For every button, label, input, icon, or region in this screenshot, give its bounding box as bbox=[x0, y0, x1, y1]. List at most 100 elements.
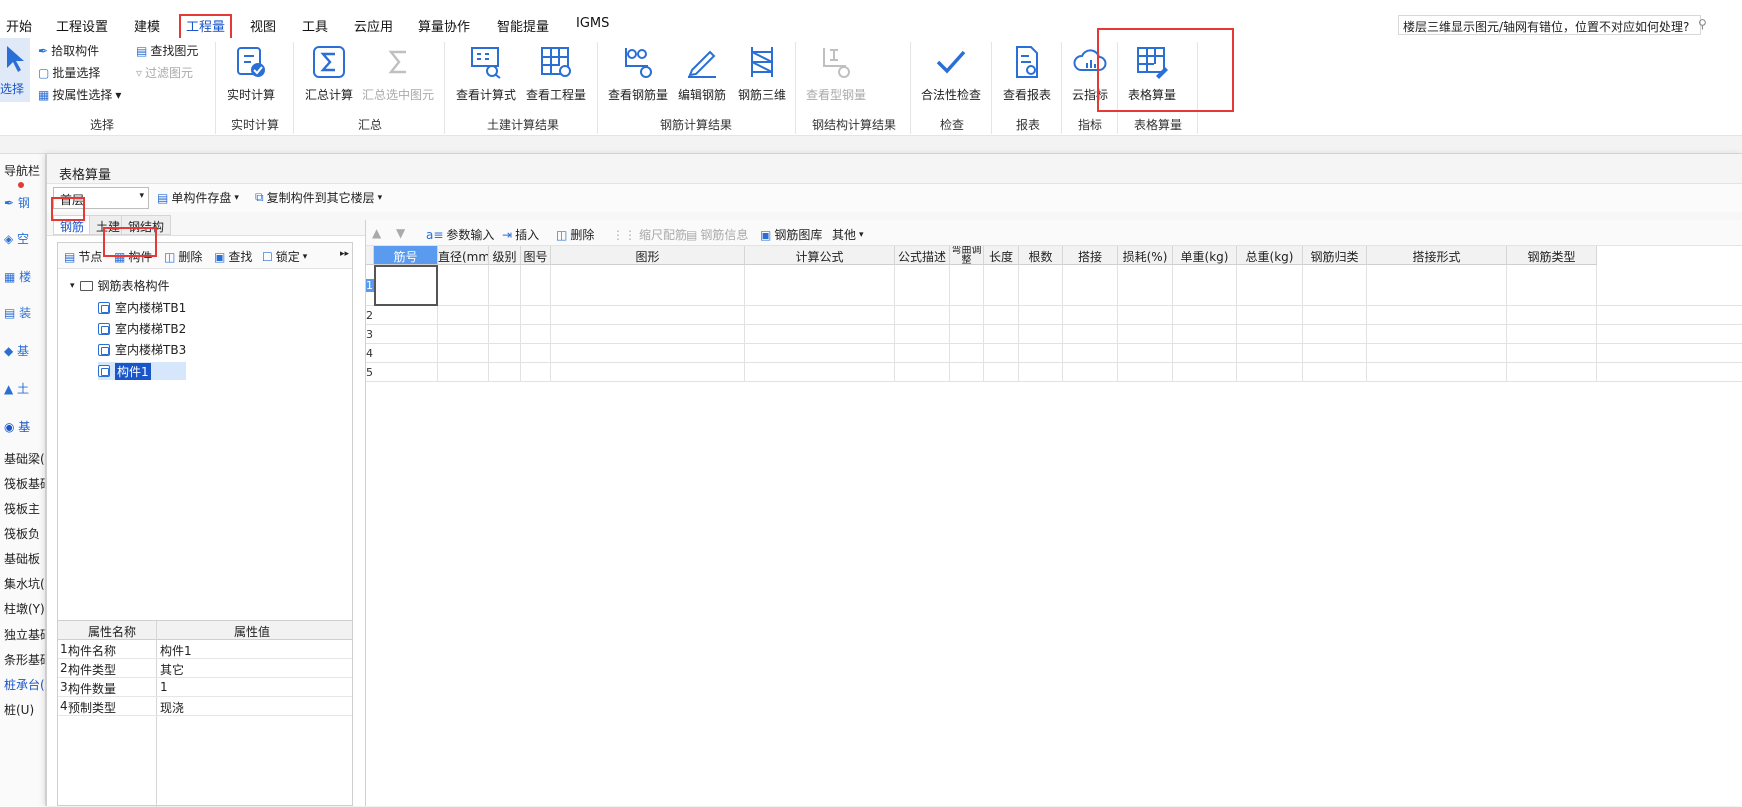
grid-cell[interactable] bbox=[1118, 306, 1173, 325]
grid-cell[interactable] bbox=[521, 325, 551, 344]
grid-cell[interactable] bbox=[1303, 306, 1367, 325]
grid-cell[interactable] bbox=[1118, 363, 1173, 382]
tree-root[interactable]: ▾ 钢筋表格构件 bbox=[70, 277, 170, 294]
grid-cell[interactable] bbox=[551, 344, 745, 363]
move-down-icon[interactable]: ▼ bbox=[396, 226, 405, 240]
other-menu-button[interactable]: 其他 ▾ bbox=[832, 226, 864, 243]
grid-cell[interactable] bbox=[950, 325, 984, 344]
grid-cell[interactable] bbox=[551, 325, 745, 344]
expand-icon[interactable]: ▸▸ bbox=[340, 249, 349, 259]
grid-cell[interactable] bbox=[984, 306, 1019, 325]
grid-cell[interactable] bbox=[438, 344, 489, 363]
menu-modeling[interactable]: 建模 bbox=[134, 16, 160, 35]
earth-category-icon[interactable]: ▲ 土 bbox=[4, 380, 29, 397]
grid-cell[interactable] bbox=[1118, 325, 1173, 344]
nav-item-pile-cap[interactable]: 桩承台( bbox=[4, 676, 45, 693]
nav-item-pier[interactable]: 柱墩(Y) bbox=[4, 600, 45, 617]
grid-cell[interactable] bbox=[489, 265, 521, 306]
find-element-button[interactable]: ▤ 查找图元 bbox=[136, 42, 198, 59]
base-category-icon[interactable]: ◉ 基 bbox=[4, 418, 30, 435]
col-header-rebar-type[interactable]: 钢筋类型 bbox=[1507, 246, 1597, 265]
table-row[interactable]: 3 bbox=[366, 325, 1742, 344]
pick-component-button[interactable]: ✒ 拾取构件 bbox=[38, 42, 99, 59]
property-row[interactable]: 2 构件类型 其它 bbox=[58, 659, 352, 678]
grid-cell[interactable] bbox=[895, 265, 950, 306]
grid-delete-button[interactable]: ◫ 删除 bbox=[556, 226, 594, 243]
grid-cell[interactable] bbox=[1019, 344, 1063, 363]
component-button[interactable]: ▦ 构件 bbox=[114, 248, 152, 265]
tree-item[interactable]: 室内楼梯TB2 bbox=[98, 320, 186, 337]
filter-element-button[interactable]: ▿ 过滤图元 bbox=[136, 64, 193, 81]
col-header-grade[interactable]: 级别 bbox=[489, 246, 521, 265]
menu-start[interactable]: 开始 bbox=[6, 16, 32, 35]
col-header-lap[interactable]: 搭接 bbox=[1063, 246, 1118, 265]
rebar-3d-button[interactable]: 钢筋三维 bbox=[734, 44, 790, 103]
grid-cell[interactable] bbox=[745, 363, 895, 382]
grid-cell[interactable] bbox=[1019, 363, 1063, 382]
decor-category-icon[interactable]: ▤ 装 bbox=[4, 304, 31, 321]
rebar-category-icon[interactable]: ✒ 钢 bbox=[4, 194, 30, 211]
grid-cell[interactable] bbox=[1367, 344, 1507, 363]
grid-cell[interactable] bbox=[1237, 306, 1303, 325]
col-header-bend-adjust[interactable]: 弯曲调整 bbox=[950, 246, 984, 265]
legality-check-button[interactable]: 合法性检查 bbox=[919, 44, 983, 103]
realtime-calc-button[interactable]: 实时计算 bbox=[224, 44, 278, 103]
menu-quantity[interactable]: 工程量 bbox=[186, 16, 225, 35]
nav-item-raft-main[interactable]: 筏板主 bbox=[4, 500, 40, 517]
tree-delete-button[interactable]: ◫ 删除 bbox=[164, 248, 202, 265]
grid-cell[interactable] bbox=[489, 363, 521, 382]
tree-item[interactable]: 室内楼梯TB1 bbox=[98, 299, 186, 316]
space-category-icon[interactable]: ◈ 空 bbox=[4, 230, 29, 247]
grid-cell[interactable] bbox=[1173, 265, 1237, 306]
grid-cell[interactable] bbox=[438, 265, 489, 306]
grid-cell[interactable] bbox=[1019, 306, 1063, 325]
select-by-attr-button[interactable]: ▦ 按属性选择 ▾ bbox=[38, 86, 121, 103]
grid-cell[interactable] bbox=[745, 306, 895, 325]
grid-cell[interactable] bbox=[1367, 265, 1507, 306]
table-calc-button[interactable]: 表格算量 bbox=[1124, 44, 1180, 103]
edit-rebar-button[interactable]: 编辑钢筋 bbox=[674, 44, 730, 103]
grid-cell[interactable] bbox=[984, 344, 1019, 363]
grid-cell[interactable] bbox=[1173, 306, 1237, 325]
nav-item-foundation-slab[interactable]: 基础板 bbox=[4, 550, 40, 567]
grid-cell[interactable] bbox=[1237, 265, 1303, 306]
col-header-formula-desc[interactable]: 公式描述 bbox=[895, 246, 950, 265]
grid-cell[interactable] bbox=[1367, 306, 1507, 325]
grid-cell[interactable] bbox=[374, 363, 438, 382]
grid-cell[interactable] bbox=[1367, 363, 1507, 382]
tab-rebar[interactable]: 钢筋 bbox=[53, 215, 92, 235]
col-header-unit-weight[interactable]: 单重(kg) bbox=[1173, 246, 1237, 265]
grid-cell[interactable] bbox=[1019, 265, 1063, 306]
view-rebar-button[interactable]: 查看钢筋量 bbox=[606, 44, 670, 103]
grid-cell[interactable] bbox=[1303, 363, 1367, 382]
col-header-shape[interactable]: 图形 bbox=[551, 246, 745, 265]
grid-cell[interactable] bbox=[950, 344, 984, 363]
grid-cell[interactable] bbox=[1173, 344, 1237, 363]
grid-cell[interactable] bbox=[1507, 363, 1597, 382]
grid-cell[interactable] bbox=[438, 325, 489, 344]
menu-project-settings[interactable]: 工程设置 bbox=[56, 16, 108, 35]
table-row[interactable]: 2 bbox=[366, 306, 1742, 325]
stair-category-icon[interactable]: ▦ 楼 bbox=[4, 268, 31, 285]
menu-collab[interactable]: 算量协作 bbox=[418, 16, 470, 35]
grid-cell[interactable] bbox=[895, 306, 950, 325]
grid-cell[interactable] bbox=[1173, 363, 1237, 382]
view-steel-button[interactable]: 查看型钢量 bbox=[804, 44, 868, 103]
grid-cell[interactable] bbox=[521, 363, 551, 382]
grid-cell[interactable] bbox=[1063, 325, 1118, 344]
grid-cell[interactable] bbox=[489, 306, 521, 325]
col-header-bar-no[interactable]: 筋号 bbox=[374, 246, 438, 265]
help-search-input[interactable]: 楼层三维显示图元/轴网有错位，位置不对应如何处理? bbox=[1398, 15, 1701, 35]
grid-cell[interactable] bbox=[1507, 344, 1597, 363]
grid-cell[interactable] bbox=[1303, 325, 1367, 344]
grid-cell[interactable] bbox=[1237, 363, 1303, 382]
grid-cell[interactable] bbox=[895, 344, 950, 363]
col-header-length[interactable]: 长度 bbox=[984, 246, 1019, 265]
summary-selected-button[interactable]: 汇总选中图元 bbox=[360, 44, 436, 103]
grid-cell[interactable] bbox=[489, 344, 521, 363]
grid-cell[interactable] bbox=[1063, 344, 1118, 363]
col-header-total-weight[interactable]: 总重(kg) bbox=[1237, 246, 1303, 265]
table-row[interactable]: 4 bbox=[366, 344, 1742, 363]
rebar-info-button[interactable]: ▤ 钢筋信息 bbox=[686, 226, 748, 243]
menu-cloud[interactable]: 云应用 bbox=[354, 16, 393, 35]
